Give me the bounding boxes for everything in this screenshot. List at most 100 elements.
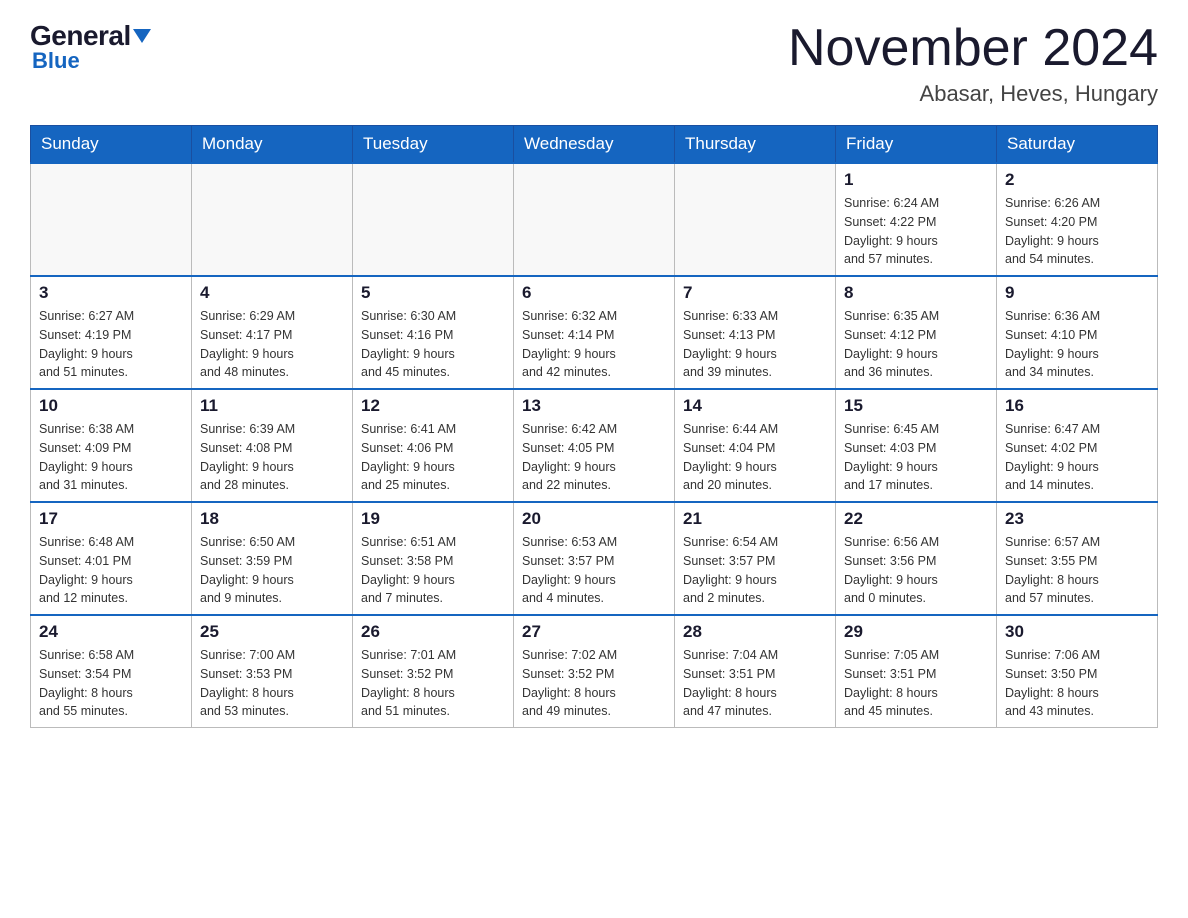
calendar-day-cell: 10 Sunrise: 6:38 AMSunset: 4:09 PMDayligh…	[31, 389, 192, 502]
day-info: Sunrise: 6:50 AMSunset: 3:59 PMDaylight:…	[200, 533, 344, 608]
day-number: 17	[39, 509, 183, 529]
day-number: 16	[1005, 396, 1149, 416]
calendar-day-cell: 27Sunrise: 7:02 AMSunset: 3:52 PMDayligh…	[514, 615, 675, 728]
day-number: 7	[683, 283, 827, 303]
day-info: Sunrise: 6:54 AMSunset: 3:57 PMDaylight:…	[683, 533, 827, 608]
day-info: Sunrise: 7:06 AMSunset: 3:50 PMDaylight:…	[1005, 646, 1149, 721]
day-info: Sunrise: 7:01 AMSunset: 3:52 PMDaylight:…	[361, 646, 505, 721]
calendar-day-cell	[31, 163, 192, 276]
day-info: Sunrise: 7:04 AMSunset: 3:51 PMDaylight:…	[683, 646, 827, 721]
day-info: Sunrise: 6:38 AMSunset: 4:09 PMDaylight:…	[39, 420, 183, 495]
day-number: 28	[683, 622, 827, 642]
day-info: Sunrise: 6:29 AMSunset: 4:17 PMDaylight:…	[200, 307, 344, 382]
calendar-day-cell: 19Sunrise: 6:51 AMSunset: 3:58 PMDayligh…	[353, 502, 514, 615]
day-info: Sunrise: 7:02 AMSunset: 3:52 PMDaylight:…	[522, 646, 666, 721]
day-info: Sunrise: 6:57 AMSunset: 3:55 PMDaylight:…	[1005, 533, 1149, 608]
calendar-day-cell: 3 Sunrise: 6:27 AMSunset: 4:19 PMDaylight…	[31, 276, 192, 389]
day-info: Sunrise: 7:00 AMSunset: 3:53 PMDaylight:…	[200, 646, 344, 721]
day-info: Sunrise: 6:42 AMSunset: 4:05 PMDaylight:…	[522, 420, 666, 495]
day-number: 18	[200, 509, 344, 529]
calendar-day-cell: 11 Sunrise: 6:39 AMSunset: 4:08 PMDayligh…	[192, 389, 353, 502]
day-of-week-header: Sunday	[31, 126, 192, 164]
logo-triangle-icon	[133, 29, 151, 43]
day-info: Sunrise: 6:51 AMSunset: 3:58 PMDaylight:…	[361, 533, 505, 608]
day-number: 20	[522, 509, 666, 529]
calendar-day-cell: 24 Sunrise: 6:58 AMSunset: 3:54 PMDayligh…	[31, 615, 192, 728]
day-info: Sunrise: 6:48 AMSunset: 4:01 PMDaylight:…	[39, 533, 183, 608]
calendar-day-cell: 9 Sunrise: 6:36 AMSunset: 4:10 PMDaylight…	[997, 276, 1158, 389]
day-number: 3	[39, 283, 183, 303]
calendar-day-cell: 8Sunrise: 6:35 AMSunset: 4:12 PMDaylight…	[836, 276, 997, 389]
calendar-day-cell: 1 Sunrise: 6:24 AMSunset: 4:22 PMDaylight…	[836, 163, 997, 276]
day-number: 2	[1005, 170, 1149, 190]
day-info: Sunrise: 6:58 AMSunset: 3:54 PMDaylight:…	[39, 646, 183, 721]
calendar-day-cell: 18 Sunrise: 6:50 AMSunset: 3:59 PMDayligh…	[192, 502, 353, 615]
calendar-day-cell: 21 Sunrise: 6:54 AMSunset: 3:57 PMDayligh…	[675, 502, 836, 615]
day-of-week-header: Thursday	[675, 126, 836, 164]
day-info: Sunrise: 6:44 AMSunset: 4:04 PMDaylight:…	[683, 420, 827, 495]
day-info: Sunrise: 6:24 AMSunset: 4:22 PMDaylight:…	[844, 194, 988, 269]
day-number: 12	[361, 396, 505, 416]
day-number: 8	[844, 283, 988, 303]
calendar-day-cell: 28 Sunrise: 7:04 AMSunset: 3:51 PMDayligh…	[675, 615, 836, 728]
calendar-day-cell: 23 Sunrise: 6:57 AMSunset: 3:55 PMDayligh…	[997, 502, 1158, 615]
calendar-day-cell: 5 Sunrise: 6:30 AMSunset: 4:16 PMDaylight…	[353, 276, 514, 389]
day-number: 29	[844, 622, 988, 642]
calendar-week-row: 10 Sunrise: 6:38 AMSunset: 4:09 PMDayligh…	[31, 389, 1158, 502]
calendar-day-cell: 22 Sunrise: 6:56 AMSunset: 3:56 PMDayligh…	[836, 502, 997, 615]
calendar-day-cell: 16 Sunrise: 6:47 AMSunset: 4:02 PMDayligh…	[997, 389, 1158, 502]
calendar-day-cell	[675, 163, 836, 276]
title-block: November 2024 Abasar, Heves, Hungary	[788, 20, 1158, 107]
calendar-day-cell	[192, 163, 353, 276]
day-info: Sunrise: 6:39 AMSunset: 4:08 PMDaylight:…	[200, 420, 344, 495]
calendar-day-cell: 12 Sunrise: 6:41 AMSunset: 4:06 PMDayligh…	[353, 389, 514, 502]
calendar-week-row: 17 Sunrise: 6:48 AMSunset: 4:01 PMDayligh…	[31, 502, 1158, 615]
logo-blue-text: Blue	[32, 48, 80, 74]
day-info: Sunrise: 6:41 AMSunset: 4:06 PMDaylight:…	[361, 420, 505, 495]
day-number: 21	[683, 509, 827, 529]
day-info: Sunrise: 6:30 AMSunset: 4:16 PMDaylight:…	[361, 307, 505, 382]
day-number: 11	[200, 396, 344, 416]
calendar-day-cell: 14 Sunrise: 6:44 AMSunset: 4:04 PMDayligh…	[675, 389, 836, 502]
day-number: 23	[1005, 509, 1149, 529]
day-info: Sunrise: 6:27 AMSunset: 4:19 PMDaylight:…	[39, 307, 183, 382]
day-info: Sunrise: 6:32 AMSunset: 4:14 PMDaylight:…	[522, 307, 666, 382]
day-number: 25	[200, 622, 344, 642]
calendar-day-cell: 7 Sunrise: 6:33 AMSunset: 4:13 PMDaylight…	[675, 276, 836, 389]
day-number: 26	[361, 622, 505, 642]
day-number: 22	[844, 509, 988, 529]
calendar-day-cell: 13 Sunrise: 6:42 AMSunset: 4:05 PMDayligh…	[514, 389, 675, 502]
calendar-week-row: 1 Sunrise: 6:24 AMSunset: 4:22 PMDaylight…	[31, 163, 1158, 276]
calendar-day-cell	[353, 163, 514, 276]
calendar-day-cell	[514, 163, 675, 276]
day-info: Sunrise: 6:47 AMSunset: 4:02 PMDaylight:…	[1005, 420, 1149, 495]
calendar-day-cell: 30Sunrise: 7:06 AMSunset: 3:50 PMDayligh…	[997, 615, 1158, 728]
day-number: 24	[39, 622, 183, 642]
calendar-week-row: 24 Sunrise: 6:58 AMSunset: 3:54 PMDayligh…	[31, 615, 1158, 728]
day-info: Sunrise: 6:53 AMSunset: 3:57 PMDaylight:…	[522, 533, 666, 608]
day-number: 13	[522, 396, 666, 416]
day-info: Sunrise: 6:26 AMSunset: 4:20 PMDaylight:…	[1005, 194, 1149, 269]
day-info: Sunrise: 6:36 AMSunset: 4:10 PMDaylight:…	[1005, 307, 1149, 382]
day-info: Sunrise: 7:05 AMSunset: 3:51 PMDaylight:…	[844, 646, 988, 721]
month-title: November 2024	[788, 20, 1158, 77]
day-number: 1	[844, 170, 988, 190]
calendar-week-row: 3 Sunrise: 6:27 AMSunset: 4:19 PMDaylight…	[31, 276, 1158, 389]
calendar-day-cell: 25 Sunrise: 7:00 AMSunset: 3:53 PMDayligh…	[192, 615, 353, 728]
day-of-week-header: Wednesday	[514, 126, 675, 164]
calendar-day-cell: 20 Sunrise: 6:53 AMSunset: 3:57 PMDayligh…	[514, 502, 675, 615]
day-number: 4	[200, 283, 344, 303]
day-info: Sunrise: 6:45 AMSunset: 4:03 PMDaylight:…	[844, 420, 988, 495]
day-info: Sunrise: 6:33 AMSunset: 4:13 PMDaylight:…	[683, 307, 827, 382]
day-number: 10	[39, 396, 183, 416]
day-number: 15	[844, 396, 988, 416]
calendar-table: SundayMondayTuesdayWednesdayThursdayFrid…	[30, 125, 1158, 728]
day-number: 14	[683, 396, 827, 416]
day-of-week-header: Saturday	[997, 126, 1158, 164]
day-number: 9	[1005, 283, 1149, 303]
day-info: Sunrise: 6:56 AMSunset: 3:56 PMDaylight:…	[844, 533, 988, 608]
day-number: 5	[361, 283, 505, 303]
page-header: General Blue November 2024 Abasar, Heves…	[30, 20, 1158, 107]
calendar-day-cell: 6Sunrise: 6:32 AMSunset: 4:14 PMDaylight…	[514, 276, 675, 389]
calendar-day-cell: 26 Sunrise: 7:01 AMSunset: 3:52 PMDayligh…	[353, 615, 514, 728]
